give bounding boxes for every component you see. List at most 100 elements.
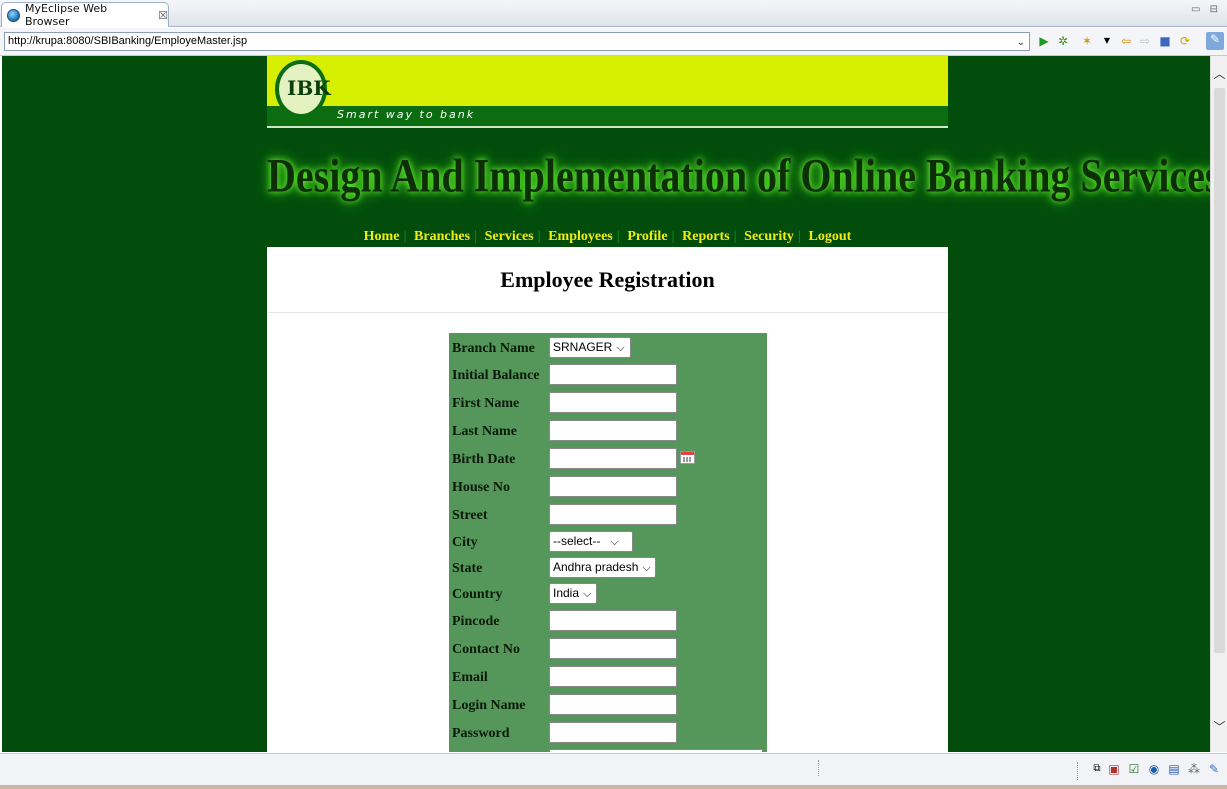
page-viewport: IBK Smart way to bank Design And Impleme… [2, 56, 1210, 752]
run-icon[interactable]: ▶ [1037, 34, 1051, 48]
country-value: India [553, 586, 580, 600]
state-value: Andhra pradesh [553, 560, 639, 574]
row-house-no: House No [449, 476, 767, 498]
outline-icon[interactable]: ▣ [1107, 762, 1121, 776]
login-name-label: Login Name [452, 698, 526, 713]
row-next-field [449, 749, 767, 752]
row-contact-no: Contact No [449, 638, 767, 660]
employee-form: Branch Name SRNAGER ⌵ Initial Balance Fir… [449, 333, 767, 752]
back-icon[interactable]: ⇦ [1119, 34, 1133, 48]
edit-icon[interactable]: ✎ [1207, 762, 1221, 776]
initial-balance-input[interactable] [549, 364, 677, 385]
divider [267, 312, 948, 313]
row-city: City --select-- ⌵ [449, 531, 767, 553]
city-value: --select-- [553, 534, 601, 548]
status-bar: ⧉ ▣ ☑ ◉ ▤ ⁂ ✎ [0, 753, 1227, 789]
first-name-input[interactable] [549, 392, 677, 413]
pincode-label: Pincode [452, 614, 500, 629]
login-name-input[interactable] [549, 694, 677, 715]
nav-logout[interactable]: Logout [809, 229, 852, 245]
chevron-down-icon[interactable]: ▼ [1100, 34, 1114, 48]
tools-icon[interactable]: ✶ [1080, 34, 1094, 48]
contact-no-input[interactable] [549, 638, 677, 659]
browser-tab[interactable]: MyEclipse Web Browser ☒ [1, 2, 169, 28]
debug-icon[interactable]: ✲ [1056, 34, 1070, 48]
refresh-icon[interactable]: ⟳ [1178, 34, 1192, 48]
house-no-label: House No [452, 480, 510, 495]
password-input[interactable] [549, 722, 677, 743]
nav-security[interactable]: Security [744, 229, 794, 245]
restore-icon[interactable]: ⧉ [1090, 762, 1104, 776]
state-label: State [452, 561, 483, 576]
branch-name-label: Branch Name [452, 341, 535, 356]
chevron-down-icon: ⌵ [583, 588, 592, 600]
chevron-down-icon: ⌵ [610, 536, 619, 548]
next-field-input[interactable] [549, 749, 763, 752]
view-controls[interactable]: ▭ ⊟ [1191, 4, 1221, 15]
content-area: Employee Registration Branch Name SRNAGE… [267, 247, 948, 752]
street-label: Street [452, 508, 488, 523]
chevron-down-icon: ⌵ [616, 342, 625, 354]
nav-employees[interactable]: Employees [548, 229, 613, 245]
city-select[interactable]: --select-- ⌵ [549, 531, 633, 552]
stop-icon[interactable]: ■ [1158, 34, 1172, 48]
site-container: IBK Smart way to bank Design And Impleme… [267, 56, 1210, 752]
editor-tab-bar: MyEclipse Web Browser ☒ ▭ ⊟ [0, 0, 1227, 28]
row-initial-balance: Initial Balance [449, 364, 767, 386]
nav-home[interactable]: Home [364, 229, 400, 245]
page-scrollbar[interactable]: ︿ ﹀ [1210, 56, 1227, 752]
logo-text: IBK [287, 76, 331, 100]
initial-balance-label: Initial Balance [452, 368, 540, 383]
forward-icon[interactable]: ⇨ [1138, 34, 1152, 48]
contact-no-label: Contact No [452, 642, 521, 657]
last-name-label: Last Name [452, 424, 517, 439]
address-input[interactable]: http://krupa:8080/SBIBanking/EmployeMast… [4, 32, 1030, 51]
row-state: State Andhra pradesh ⌵ [449, 557, 767, 579]
email-input[interactable] [549, 666, 677, 687]
close-icon[interactable]: ☒ [158, 9, 168, 22]
house-no-input[interactable] [549, 476, 677, 497]
country-select[interactable]: India ⌵ [549, 583, 597, 604]
servers-icon[interactable]: ⁂ [1187, 762, 1201, 776]
password-label: Password [452, 726, 510, 741]
tagline: Smart way to bank [337, 108, 476, 121]
browser-tab-title: MyEclipse Web Browser [25, 2, 108, 28]
row-street: Street [449, 504, 767, 526]
dropdown-icon[interactable]: ⌄ [1017, 34, 1025, 51]
nav-profile[interactable]: Profile [627, 229, 667, 245]
address-text: http://krupa:8080/SBIBanking/EmployeMast… [8, 35, 248, 47]
taskbar-strip [0, 785, 1227, 789]
branch-name-select[interactable]: SRNAGER ⌵ [549, 337, 631, 358]
row-branch-name: Branch Name SRNAGER ⌵ [449, 337, 767, 359]
scroll-up-icon[interactable]: ︿ [1211, 66, 1227, 83]
email-label: Email [452, 670, 488, 685]
row-password: Password [449, 722, 767, 744]
row-last-name: Last Name [449, 420, 767, 442]
row-pincode: Pincode [449, 610, 767, 632]
page-title: Employee Registration [500, 267, 715, 292]
country-label: Country [452, 587, 503, 602]
row-login-name: Login Name [449, 694, 767, 716]
chevron-down-icon: ⌵ [642, 562, 651, 574]
row-first-name: First Name [449, 392, 767, 414]
state-select[interactable]: Andhra pradesh ⌵ [549, 557, 656, 578]
last-name-input[interactable] [549, 420, 677, 441]
first-name-label: First Name [452, 396, 520, 411]
pincode-input[interactable] [549, 610, 677, 631]
row-birth-date: Birth Date [449, 448, 767, 470]
scroll-thumb[interactable] [1214, 88, 1225, 653]
globe-icon[interactable]: ◉ [1147, 762, 1161, 776]
scroll-down-icon[interactable]: ﹀ [1211, 719, 1227, 736]
site-headline: Design And Implementation of Online Bank… [267, 148, 1210, 203]
birth-date-input[interactable] [549, 448, 677, 469]
nav-branches[interactable]: Branches [414, 229, 470, 245]
nav-services[interactable]: Services [485, 229, 534, 245]
edit-icon[interactable]: ✎ [1206, 32, 1224, 50]
calendar-icon[interactable] [680, 451, 695, 464]
nav-reports[interactable]: Reports [682, 229, 729, 245]
row-country: Country India ⌵ [449, 583, 767, 605]
tasks-icon[interactable]: ☑ [1127, 762, 1141, 776]
console-icon[interactable]: ▤ [1167, 762, 1181, 776]
main-nav: Home | Branches | Services | Employees | Pro… [363, 229, 852, 245]
street-input[interactable] [549, 504, 677, 525]
